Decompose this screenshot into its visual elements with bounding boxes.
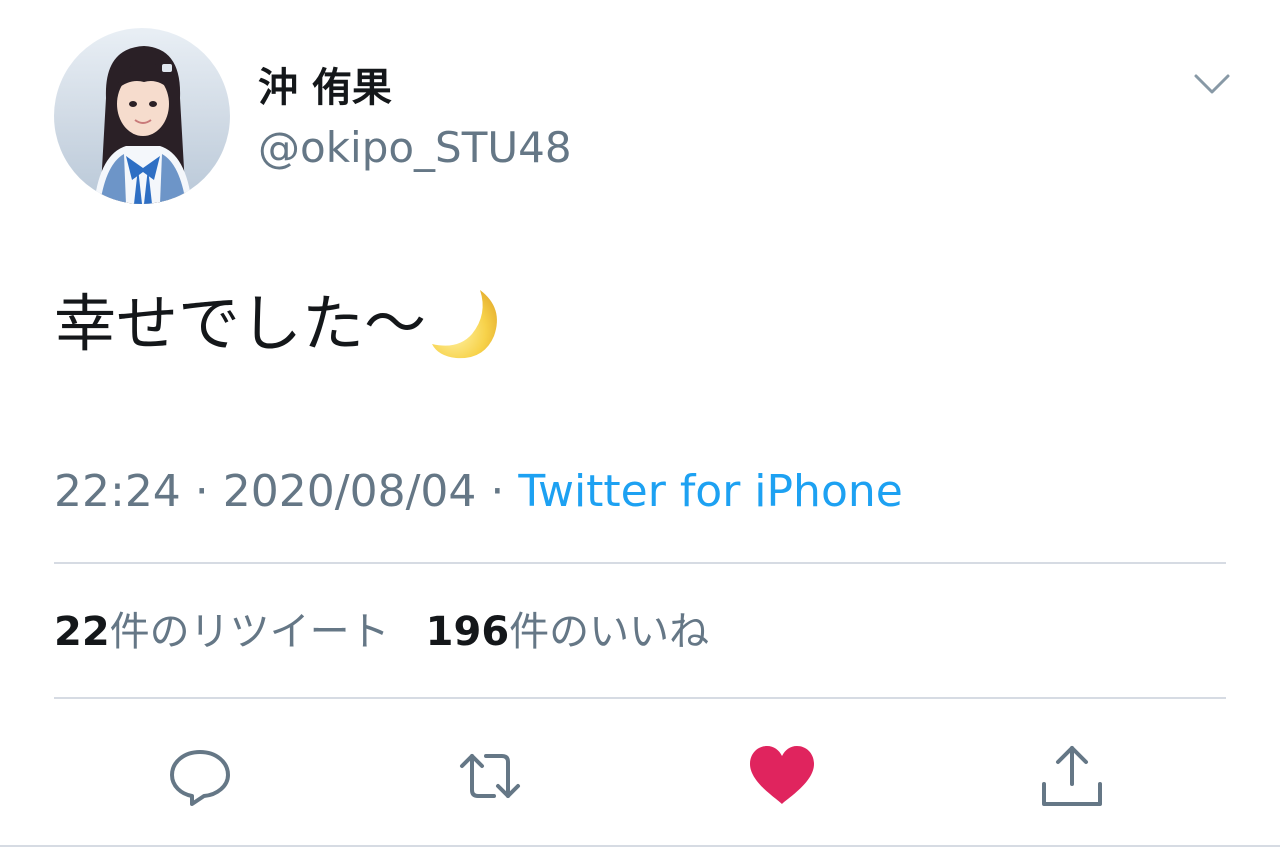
likes-label: 件のいいね [509, 609, 710, 655]
tweet-stats: 22件のリツイート 196件のいいね [54, 604, 709, 660]
tweet-card: 沖 侑果 @okipo_STU48 幸せでした〜 22:24 · 2020/08… [0, 0, 1280, 852]
crescent-moon-icon [428, 284, 508, 364]
avatar[interactable] [54, 28, 230, 204]
avatar-image [54, 28, 230, 204]
tweet-time[interactable]: 22:24 [54, 466, 181, 517]
tweet-text-content: 幸せでした〜 [54, 287, 427, 360]
user-handle[interactable]: @okipo_STU48 [258, 122, 572, 174]
chevron-down-icon[interactable] [1188, 66, 1236, 102]
heart-filled-icon [750, 746, 814, 804]
tweet-date[interactable]: 2020/08/04 [223, 466, 477, 517]
divider [0, 845, 1280, 847]
divider [54, 697, 1226, 699]
retweet-button[interactable] [454, 740, 526, 812]
share-button[interactable] [1036, 740, 1108, 812]
retweets-stat[interactable]: 22件のリツイート [54, 604, 390, 660]
divider [54, 562, 1226, 564]
display-name[interactable]: 沖 侑果 [258, 62, 392, 114]
likes-stat[interactable]: 196件のいいね [426, 604, 710, 660]
share-icon [1042, 746, 1102, 806]
reply-icon [170, 750, 230, 806]
meta-separator: · [180, 466, 223, 517]
reply-button[interactable] [164, 740, 236, 812]
retweets-label: 件のリツイート [109, 609, 390, 655]
tweet-text: 幸せでした〜 [54, 282, 508, 366]
meta-separator: · [476, 466, 519, 517]
retweets-count: 22 [54, 609, 110, 655]
tweet-meta: 22:24 · 2020/08/04 · Twitter for iPhone [54, 462, 903, 522]
tweet-source-link[interactable]: Twitter for iPhone [518, 466, 902, 517]
likes-count: 196 [425, 609, 510, 655]
like-button[interactable] [746, 740, 818, 812]
retweet-icon [460, 754, 520, 798]
